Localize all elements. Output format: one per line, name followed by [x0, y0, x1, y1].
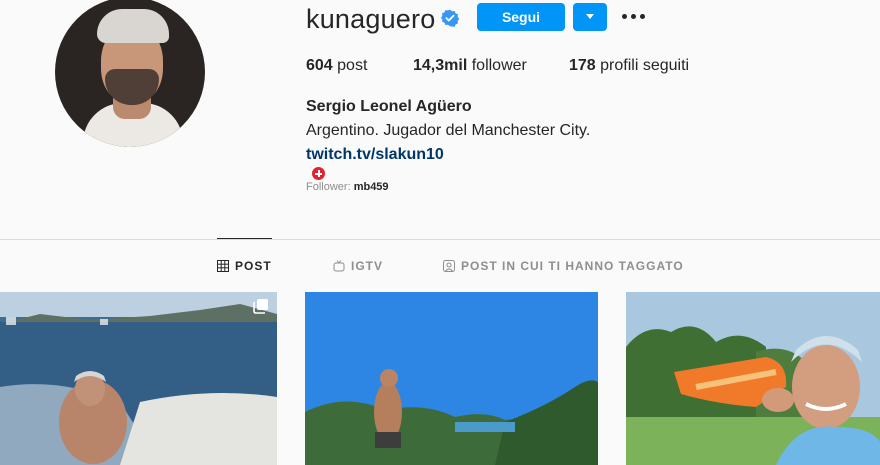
posts-count: 604 post	[306, 57, 368, 74]
post-image-boat	[0, 292, 277, 465]
profile-full-name: Sergio Leonel Agüero	[306, 98, 472, 115]
followed-by[interactable]: Follower: mb459	[306, 181, 389, 193]
post-thumbnail[interactable]	[626, 292, 880, 465]
chevron-down-icon	[586, 14, 594, 19]
tab-igtv-label: IGTV	[351, 259, 384, 273]
igtv-icon	[333, 260, 345, 272]
profile-username: kunaguero	[306, 4, 436, 34]
followers-count[interactable]: 14,3mil follower	[413, 57, 527, 75]
profile-website-link[interactable]: twitch.tv/slakun10	[306, 146, 444, 164]
post-image-boot	[626, 292, 880, 465]
tab-posts[interactable]: POST	[217, 259, 272, 273]
active-tab-indicator	[217, 238, 272, 239]
verified-badge-icon	[441, 9, 459, 27]
tab-posts-label: POST	[235, 259, 272, 273]
suggestions-dropdown-button[interactable]	[573, 3, 607, 31]
post-thumbnail[interactable]	[305, 292, 598, 465]
following-count[interactable]: 178 profili seguiti	[569, 57, 689, 75]
more-options-icon[interactable]	[620, 6, 646, 26]
instagram-profile-page: kunaguero Segui 604 post 14,3mil followe…	[0, 0, 880, 465]
tab-tagged-label: POST IN CUI TI HANNO TAGGATO	[461, 259, 684, 273]
post-thumbnail[interactable]	[0, 292, 277, 465]
follow-button[interactable]: Segui	[477, 3, 565, 31]
grid-icon	[217, 260, 229, 272]
multiple-photos-icon	[253, 299, 268, 314]
tabs-divider	[0, 239, 880, 240]
tab-tagged[interactable]: POST IN CUI TI HANNO TAGGATO	[443, 259, 684, 273]
plus-badge-icon	[312, 167, 325, 180]
profile-avatar[interactable]	[55, 0, 205, 147]
profile-bio: Argentino. Jugador del Manchester City.	[306, 122, 591, 139]
tagged-icon	[443, 260, 455, 272]
post-image-rocks	[305, 292, 598, 465]
tab-igtv[interactable]: IGTV	[333, 259, 383, 273]
avatar-hair	[97, 9, 169, 43]
